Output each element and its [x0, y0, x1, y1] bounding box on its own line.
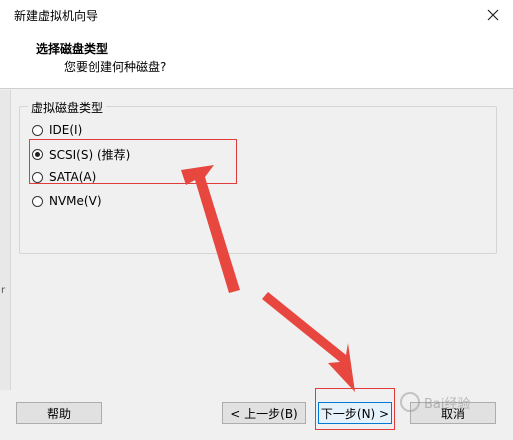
window-title: 新建虚拟机向导 — [14, 9, 99, 23]
back-button[interactable]: < 上一步(B) — [222, 402, 306, 424]
radio-label-nvme: NVMe(V) — [49, 194, 102, 208]
annotation-highlight-scsi-sata — [29, 139, 237, 184]
background-window-strip: r — [0, 90, 11, 390]
title-bar: 新建虚拟机向导 — [0, 0, 513, 31]
wizard-header: 选择磁盘类型 您要创建何种磁盘? — [0, 30, 513, 89]
radio-ide[interactable]: IDE(I) — [32, 121, 82, 139]
radio-label-ide: IDE(I) — [49, 123, 83, 137]
annotation-highlight-next — [315, 388, 395, 430]
cancel-button[interactable]: 取消 — [410, 402, 496, 424]
help-button[interactable]: 帮助 — [16, 402, 102, 424]
annotation-arrow-down — [262, 292, 355, 392]
close-button[interactable] — [473, 0, 513, 30]
close-icon — [487, 9, 499, 21]
group-legend: 虚拟磁盘类型 — [28, 99, 107, 116]
page-title: 选择磁盘类型 — [36, 42, 109, 56]
background-glyph: r — [1, 285, 6, 296]
radio-button-nvme[interactable] — [32, 195, 43, 207]
radio-nvme[interactable]: NVMe(V) — [32, 192, 102, 210]
radio-button-ide[interactable] — [32, 124, 43, 136]
page-subtitle: 您要创建何种磁盘? — [64, 60, 167, 74]
